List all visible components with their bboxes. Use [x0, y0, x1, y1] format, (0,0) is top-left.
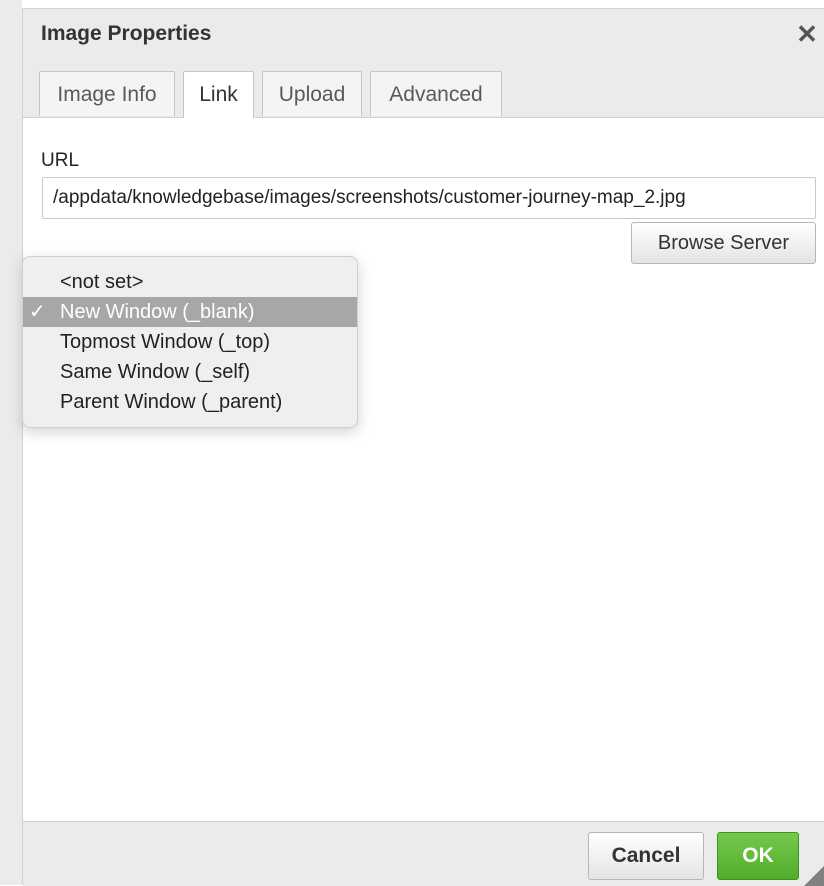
- option-label: Topmost Window (_top): [60, 331, 271, 353]
- target-option-topmost-window[interactable]: Topmost Window (_top): [23, 327, 357, 357]
- tab-image-info[interactable]: Image Info: [39, 71, 175, 116]
- dialog-title: Image Properties: [41, 22, 212, 45]
- image-properties-dialog: Image Properties ✕ Image Info Link Uploa…: [22, 8, 824, 886]
- tab-advanced[interactable]: Advanced: [370, 71, 502, 116]
- ok-button[interactable]: OK: [717, 832, 799, 880]
- close-icon[interactable]: ✕: [794, 19, 820, 49]
- dialog-header: Image Properties ✕ Image Info Link Uploa…: [23, 9, 824, 118]
- browse-server-button[interactable]: Browse Server: [631, 222, 816, 264]
- target-option-same-window[interactable]: Same Window (_self): [23, 357, 357, 387]
- target-option-parent-window[interactable]: Parent Window (_parent): [23, 387, 357, 417]
- url-input[interactable]: [42, 177, 816, 219]
- option-label: Parent Window (_parent): [60, 391, 283, 413]
- tab-link[interactable]: Link: [183, 71, 254, 118]
- url-label: URL: [41, 150, 80, 171]
- option-label: <not set>: [60, 271, 144, 293]
- checkmark-icon: ✓: [29, 301, 46, 323]
- target-dropdown-menu: <not set> ✓ New Window (_blank) Topmost …: [22, 256, 358, 428]
- option-label: New Window (_blank): [60, 301, 255, 323]
- background-strip: [0, 0, 22, 885]
- cancel-button[interactable]: Cancel: [588, 832, 704, 880]
- option-label: Same Window (_self): [60, 361, 251, 383]
- tab-upload[interactable]: Upload: [262, 71, 362, 116]
- target-option-not-set[interactable]: <not set>: [23, 267, 357, 297]
- resize-handle[interactable]: [804, 866, 824, 886]
- target-option-new-window[interactable]: ✓ New Window (_blank): [23, 297, 357, 327]
- dialog-footer: Cancel OK: [23, 821, 824, 886]
